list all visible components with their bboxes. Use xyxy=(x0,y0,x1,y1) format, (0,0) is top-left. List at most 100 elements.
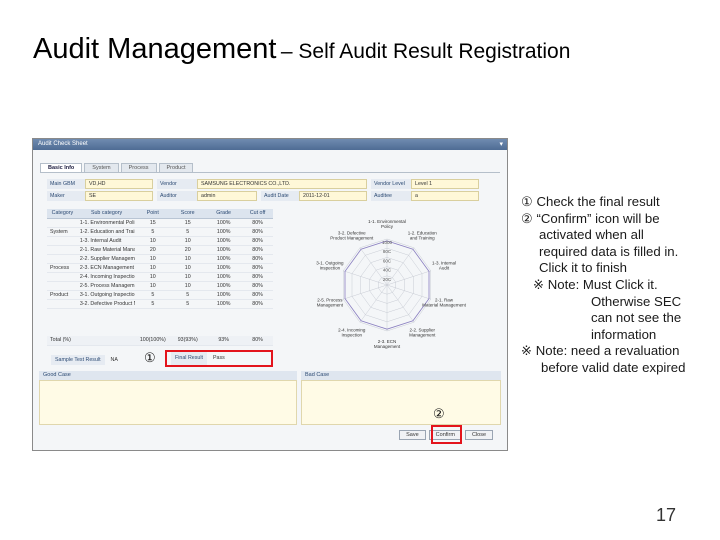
radar-axis-label: 1-1. Environmental Policy xyxy=(368,219,406,229)
cell-score[interactable]: 10 xyxy=(170,236,206,246)
cell-score[interactable]: 10 xyxy=(170,272,206,282)
cell-sub-category: 2-2. Supplier Managem xyxy=(77,254,136,264)
col-category: Category xyxy=(47,209,78,219)
note-4-line-1: ※ Note: need a revaluation xyxy=(521,343,680,359)
window-title: Audit Check Sheet xyxy=(38,141,88,147)
cell-score[interactable]: 20 xyxy=(170,245,206,255)
radar-tick-label: 1000 xyxy=(382,240,393,245)
slide-title-sub: – Self Audit Result Registration xyxy=(280,40,571,63)
bad-case-input[interactable] xyxy=(301,380,501,425)
window-titlebar: Audit Check Sheet ▾ xyxy=(33,139,507,150)
cell-score[interactable]: 15 xyxy=(170,218,206,228)
cell-category: Process xyxy=(47,263,78,273)
col-grade: Grade xyxy=(205,209,243,219)
note-2-line-1: ② “Confirm” icon will be xyxy=(521,210,660,226)
cell-score[interactable]: 10 xyxy=(170,263,206,273)
cell-sub-category: 2-3. ECN Management xyxy=(77,263,136,273)
cell-grade: 100% xyxy=(205,227,243,237)
col-cutoff: Cut off xyxy=(242,209,273,219)
radar-tick-label: 80C xyxy=(383,249,392,254)
cell-score[interactable]: 5 xyxy=(170,227,206,237)
cell-point: 10 xyxy=(135,281,171,291)
cell-grade: 100% xyxy=(205,254,243,264)
main-gbm-label: Main GBM xyxy=(47,179,85,189)
annotation-notes: ① Check the final result ② “Confirm” ico… xyxy=(521,194,699,377)
total-score: 93(93%) xyxy=(170,336,206,346)
cell-category xyxy=(47,245,78,255)
auditor-label: Auditor xyxy=(157,191,197,201)
maker-field[interactable]: SE xyxy=(85,191,153,201)
table-row[interactable]: 2-1. Raw Material Mana 20 20 100% 80% xyxy=(47,245,273,255)
total-cutoff: 80% xyxy=(242,336,273,346)
cell-category xyxy=(47,236,78,246)
table-row[interactable]: 1-1. Environmental Poli 15 15 100% 80% xyxy=(47,218,273,228)
cell-sub-category: 1-1. Environmental Poli xyxy=(77,218,136,228)
page-number: 17 xyxy=(656,505,677,525)
tab-divider xyxy=(40,172,500,173)
cell-category: Product xyxy=(47,290,78,300)
cell-score[interactable]: 5 xyxy=(170,290,206,300)
auditor-field[interactable]: admin xyxy=(197,191,257,201)
main-gbm-field[interactable]: VD,HD xyxy=(85,179,153,189)
table-header-row: Category Sub category Point Score Grade … xyxy=(47,209,273,219)
cell-sub-category: 2-1. Raw Material Mana xyxy=(77,245,136,255)
note-2-line-4: Click it to finish xyxy=(539,260,627,276)
cell-category xyxy=(47,218,78,228)
table-total-row: Total (%) 100(100%) 93(93%) 93% 80% xyxy=(47,336,273,346)
table-spacer xyxy=(47,308,273,336)
audit-date-label: Audit Date xyxy=(261,191,299,201)
cell-cutoff: 80% xyxy=(242,281,273,291)
cell-sub-category: 1-2. Education and Trai xyxy=(77,227,136,237)
radar-chart: 1000 80C 60C 40C 20C 1-1. Environmental Polic… xyxy=(316,219,466,349)
table-row[interactable]: 3-2. Defective Product M 5 5 100% 80% xyxy=(47,299,273,309)
good-case-input[interactable] xyxy=(39,380,297,425)
final-result-value[interactable]: Pass xyxy=(207,352,231,365)
cell-cutoff: 80% xyxy=(242,254,273,264)
save-button[interactable]: Save xyxy=(399,430,426,440)
cell-grade: 100% xyxy=(205,218,243,228)
slide-title: Audit Management – Self Audit Result Reg… xyxy=(33,33,570,66)
table-row[interactable]: System 1-2. Education and Trai 5 5 100% … xyxy=(47,227,273,237)
marker-one: ① xyxy=(144,350,156,365)
auditee-label: Auditee xyxy=(371,191,411,201)
table-row[interactable]: Product 3-1. Outgoing Inspection 5 5 100… xyxy=(47,290,273,300)
table-row[interactable]: Process 2-3. ECN Management 10 10 100% 8… xyxy=(47,263,273,273)
note-3-line-3: can not see the xyxy=(591,310,682,326)
cell-point: 10 xyxy=(135,263,171,273)
col-sub-category: Sub category xyxy=(77,209,136,219)
tab-system[interactable]: System xyxy=(84,163,119,172)
cell-category xyxy=(47,254,78,264)
cell-point: 5 xyxy=(135,299,171,309)
close-button[interactable]: Close xyxy=(464,430,493,440)
auditee-field[interactable]: a xyxy=(411,191,479,201)
table-row[interactable]: 1-3. Internal Audit 10 10 100% 80% xyxy=(47,236,273,246)
radar-spoke xyxy=(386,270,431,286)
vendor-label: Vendor xyxy=(157,179,197,189)
note-2-line-2: activated when all xyxy=(539,227,644,243)
audit-date-field[interactable]: 2011-12-01 xyxy=(299,191,367,201)
bad-case-header: Bad Case xyxy=(301,371,501,380)
radar-axis-label: 3-2. Defective Product Management xyxy=(330,230,374,240)
total-grade: 93% xyxy=(205,336,243,346)
cell-sub-category: 2-5. Process Managem xyxy=(77,281,136,291)
table-row[interactable]: 2-4. Incoming Inspection 10 10 100% 80% xyxy=(47,272,273,282)
tab-basic-info[interactable]: Basic Info xyxy=(40,163,83,172)
collapse-icon[interactable]: ▾ xyxy=(499,139,503,150)
audit-check-sheet-window: Audit Check Sheet ▾ Basic Info System Pr… xyxy=(32,138,508,451)
tab-product[interactable]: Product xyxy=(158,163,194,172)
cell-cutoff: 80% xyxy=(242,218,273,228)
cell-score[interactable]: 10 xyxy=(170,281,206,291)
table-row[interactable]: 2-2. Supplier Managem 10 10 100% 80% xyxy=(47,254,273,264)
cell-point: 5 xyxy=(135,227,171,237)
vendor-level-field[interactable]: Level 1 xyxy=(411,179,479,189)
cell-point: 10 xyxy=(135,254,171,264)
radar-axis-label: 1-2. Education and Training xyxy=(408,230,438,240)
cell-category xyxy=(47,299,78,309)
cell-score[interactable]: 5 xyxy=(170,299,206,309)
cell-score[interactable]: 10 xyxy=(170,254,206,264)
radar-axis-label: 2-3. ECN Management xyxy=(374,339,401,349)
table-row[interactable]: 2-5. Process Managem 10 10 100% 80% xyxy=(47,281,273,291)
tab-process[interactable]: Process xyxy=(120,163,157,172)
good-case-header: Good Case xyxy=(39,371,297,380)
vendor-field[interactable]: SAMSUNG ELECTRONICS CO.,LTD. xyxy=(197,179,367,189)
